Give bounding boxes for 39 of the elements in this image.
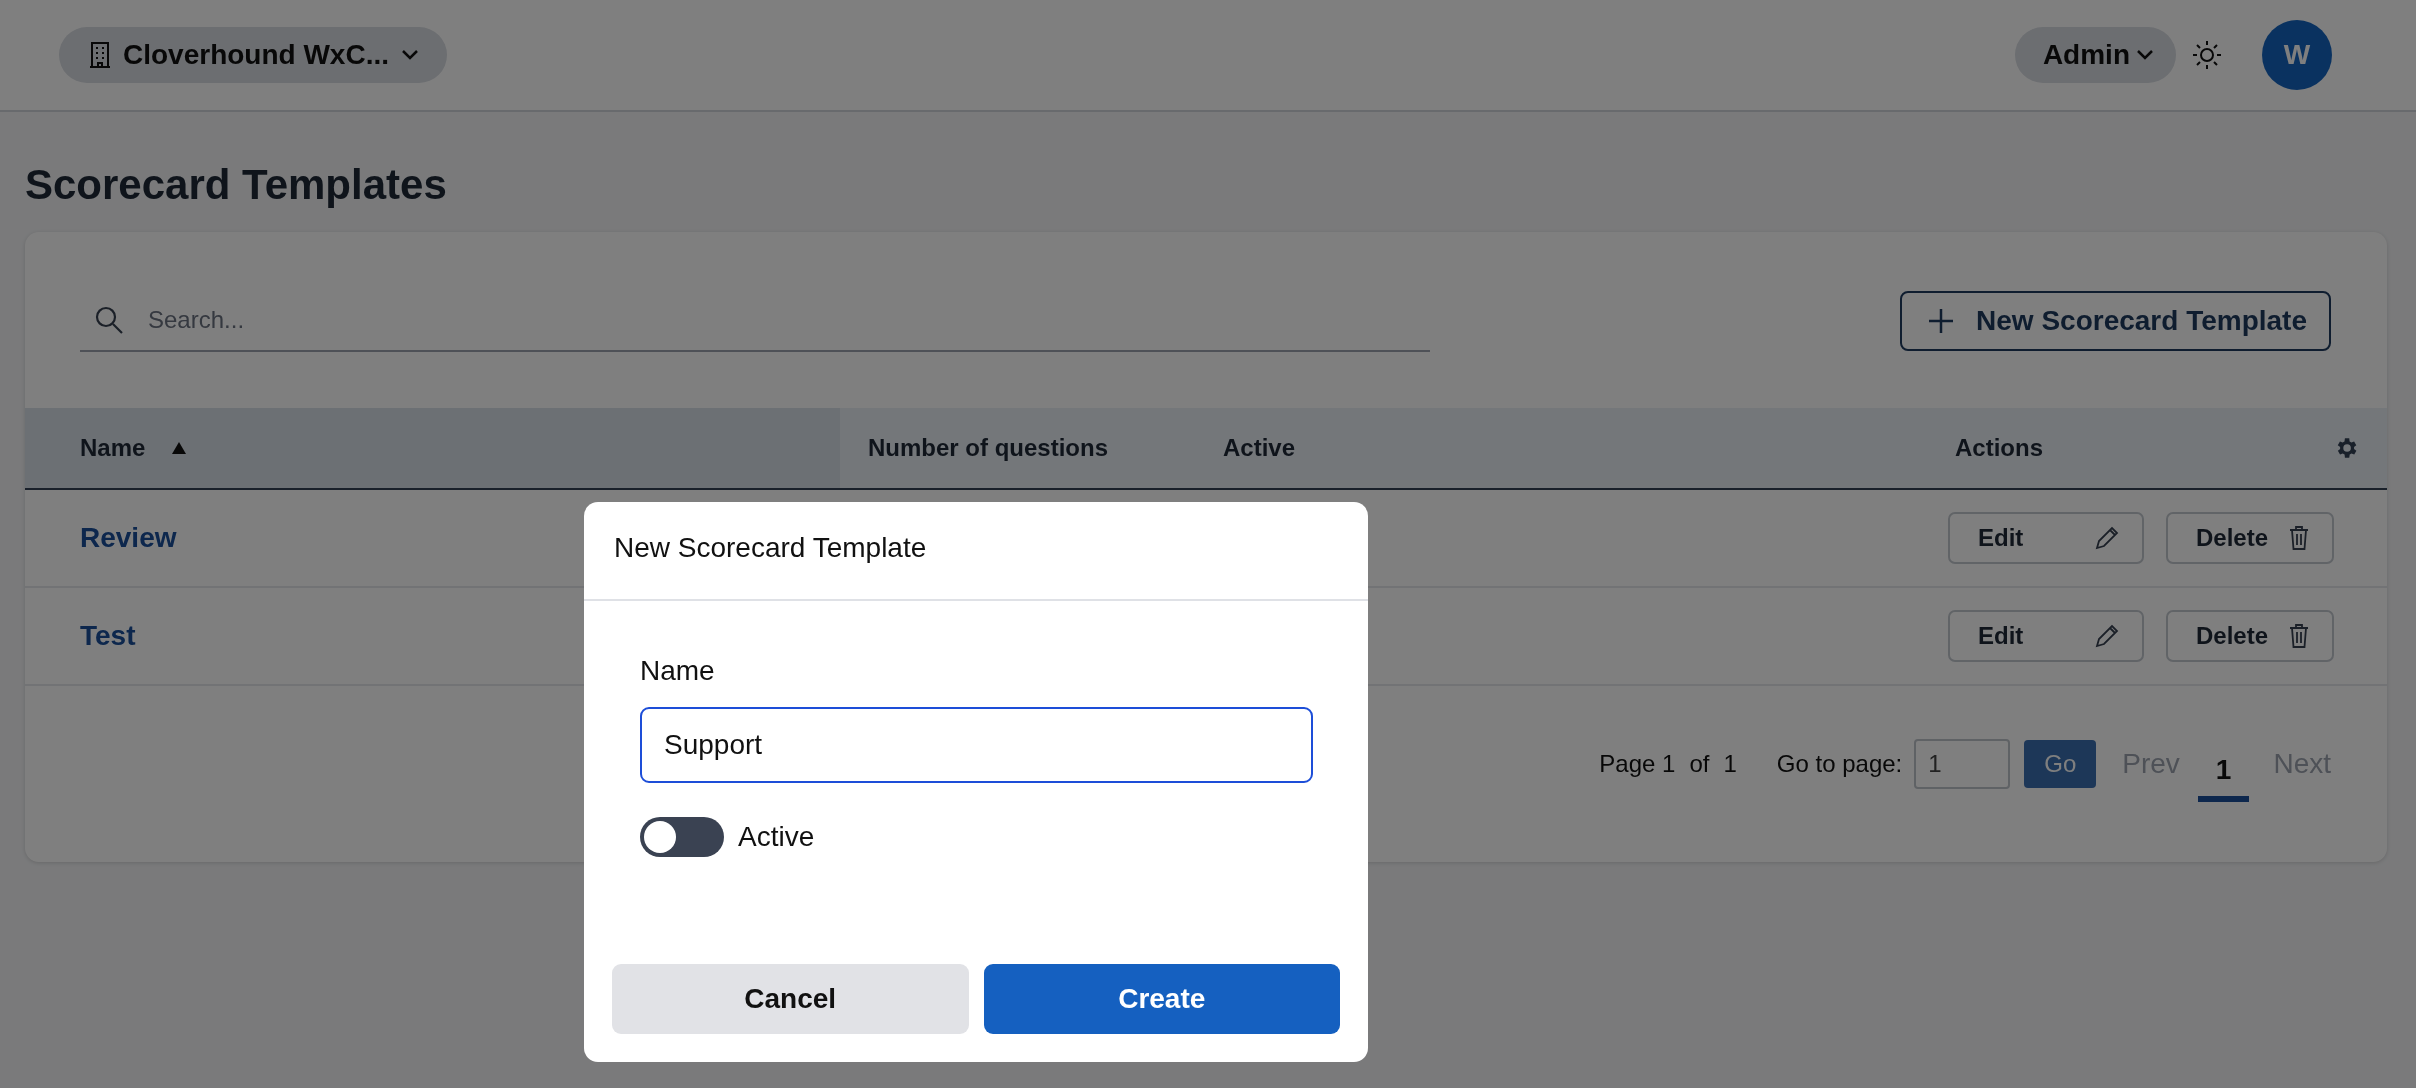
chevron-down-icon — [401, 49, 419, 61]
sun-icon[interactable] — [2192, 40, 2222, 70]
column-header[interactable]: Number of questions — [840, 408, 1195, 488]
search-icon — [94, 305, 124, 335]
delete-button[interactable]: Delete — [2166, 610, 2334, 662]
cancel-button[interactable]: Cancel — [612, 964, 969, 1034]
page-label: Page 1 — [1599, 750, 1676, 778]
dialog-title: New Scorecard Template — [584, 502, 1368, 601]
go-button[interactable]: Go — [2024, 740, 2097, 788]
role-menu[interactable]: Admin — [2014, 27, 2176, 83]
page-number-field[interactable]: 1 — [1914, 739, 2011, 789]
column-header[interactable]: Actions — [1955, 408, 2043, 488]
pencil-icon — [2094, 623, 2120, 649]
create-button[interactable]: Create — [983, 964, 1340, 1034]
name-input-field[interactable]: Support — [640, 707, 1313, 783]
trash-icon — [2288, 525, 2310, 551]
pencil-icon — [2094, 525, 2120, 551]
column-header[interactable]: Name — [25, 408, 840, 488]
user-avatar[interactable]: W — [2262, 20, 2332, 90]
active-toggle[interactable] — [640, 817, 724, 857]
name-label: Name — [640, 655, 716, 687]
edit-button[interactable]: Edit — [1948, 610, 2144, 662]
new-template-button[interactable]: New Scorecard Template — [1900, 291, 2331, 351]
plus-icon — [1928, 308, 1955, 334]
total-pages: 1 — [1723, 750, 1737, 778]
trash-icon — [2288, 623, 2310, 649]
page-title: Scorecard Templates — [24, 160, 448, 210]
column-header[interactable]: Active — [1195, 408, 1930, 488]
chevron-down-icon — [2136, 49, 2154, 61]
page-number-button[interactable]: 1 — [2197, 740, 2250, 802]
page-of-label: of — [1689, 750, 1710, 778]
edit-button[interactable]: Edit — [1948, 512, 2144, 564]
go-to-page-label: Go to page: — [1776, 750, 1903, 778]
organization-selector[interactable]: Cloverhound WxC... — [59, 27, 447, 83]
delete-button[interactable]: Delete — [2166, 512, 2334, 564]
building-icon — [89, 41, 111, 69]
search-field[interactable]: Search... — [146, 305, 1430, 335]
active-label: Active — [738, 821, 815, 853]
sort-ascending-icon — [171, 441, 188, 455]
